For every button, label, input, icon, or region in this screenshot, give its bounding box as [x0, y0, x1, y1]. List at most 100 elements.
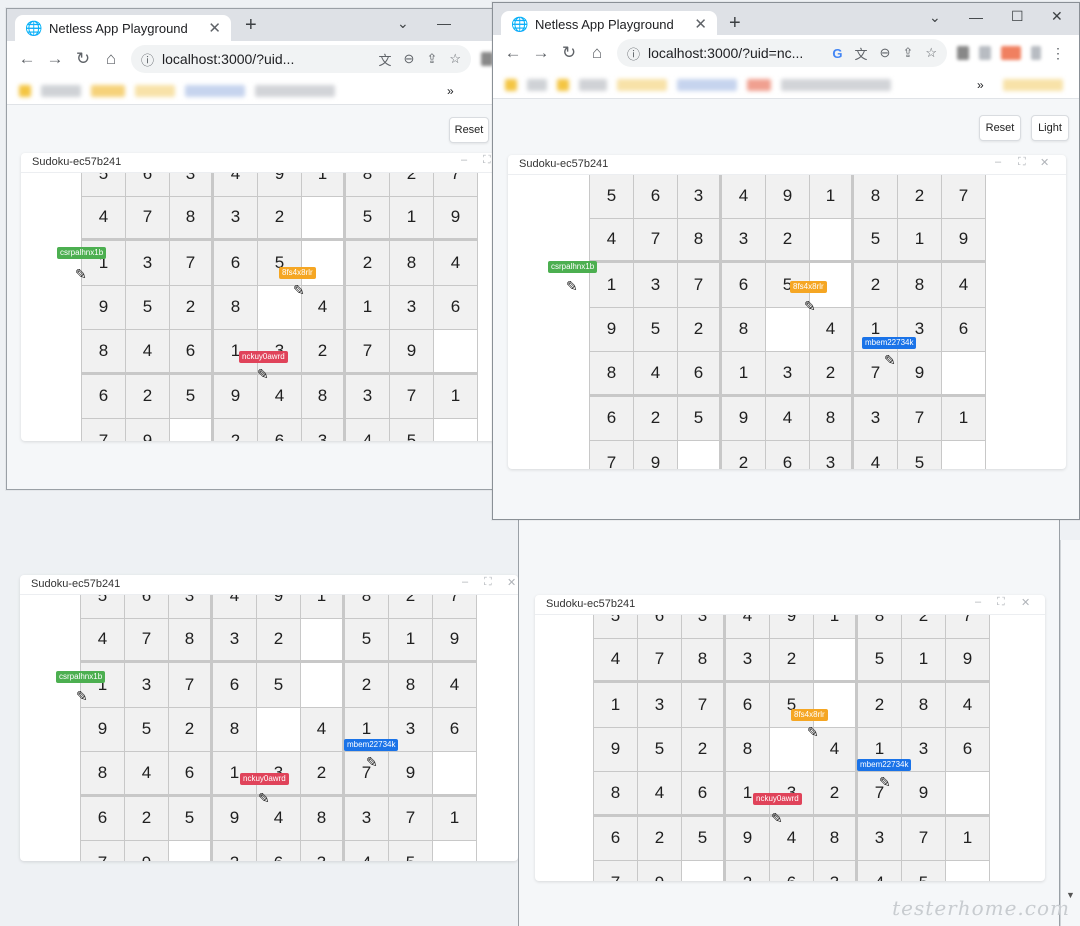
- bookmark[interactable]: [505, 78, 517, 91]
- extension-icon[interactable]: [957, 46, 969, 60]
- minimize-icon[interactable]: –: [461, 154, 467, 166]
- sudoku-cell[interactable]: 6: [213, 663, 256, 707]
- sudoku-cell[interactable]: 3: [678, 175, 719, 218]
- sudoku-cell[interactable]: 8: [302, 374, 343, 418]
- sudoku-cell[interactable]: 4: [346, 419, 389, 441]
- sudoku-cell[interactable]: 6: [257, 841, 300, 861]
- sudoku-cell[interactable]: 5: [389, 841, 432, 861]
- sudoku-cell[interactable]: 4: [594, 638, 637, 680]
- close-icon[interactable]: ✕: [1021, 596, 1030, 609]
- sudoku-cell[interactable]: 9: [766, 175, 809, 218]
- sudoku-cell[interactable]: 9: [433, 618, 476, 660]
- minimize-icon[interactable]: –: [995, 156, 1001, 168]
- bookmark[interactable]: [255, 84, 335, 97]
- new-tab-icon[interactable]: +: [729, 13, 741, 33]
- sudoku-cell[interactable]: 6: [214, 241, 257, 285]
- minimize-icon[interactable]: –: [975, 596, 981, 608]
- reload-icon[interactable]: ↻: [69, 49, 97, 69]
- sudoku-cell[interactable]: 3: [638, 683, 681, 727]
- sudoku-cell[interactable]: 3: [854, 396, 897, 440]
- sudoku-cell[interactable]: 8: [682, 638, 723, 680]
- sudoku-cell[interactable]: 3: [390, 285, 433, 329]
- sudoku-cell[interactable]: 4: [810, 307, 851, 351]
- sudoku-cell[interactable]: 4: [946, 683, 989, 727]
- sudoku-cell[interactable]: 8: [810, 396, 851, 440]
- sudoku-cell[interactable]: 5: [854, 218, 897, 260]
- sudoku-cell[interactable]: 2: [682, 727, 723, 771]
- sudoku-cell[interactable]: 9: [434, 196, 477, 238]
- sudoku-cell[interactable]: 5: [898, 441, 941, 469]
- sudoku-cell[interactable]: 5: [590, 175, 633, 218]
- reset-button[interactable]: Reset: [449, 117, 489, 143]
- sudoku-cell[interactable]: 1: [594, 683, 637, 727]
- sudoku-cell[interactable]: 4: [126, 330, 169, 372]
- sudoku-cell[interactable]: [169, 841, 210, 861]
- bookmark[interactable]: [19, 84, 31, 97]
- sudoku-cell[interactable]: 2: [257, 618, 300, 660]
- sudoku-cell[interactable]: 9: [126, 419, 169, 441]
- sudoku-cell[interactable]: [434, 330, 477, 372]
- sudoku-cell[interactable]: 8: [590, 352, 633, 394]
- sudoku-cell[interactable]: 7: [169, 663, 210, 707]
- sudoku-cell[interactable]: 1: [433, 796, 476, 840]
- sudoku-cell[interactable]: 3: [126, 241, 169, 285]
- sudoku-cell[interactable]: 8: [170, 196, 211, 238]
- sudoku-cell[interactable]: 3: [345, 796, 388, 840]
- sudoku-cell[interactable]: 2: [258, 196, 301, 238]
- back-icon[interactable]: ←: [13, 49, 41, 69]
- sudoku-cell[interactable]: 9: [389, 752, 432, 794]
- bookmarks-more[interactable]: »: [977, 78, 984, 92]
- sudoku-cell[interactable]: 4: [854, 441, 897, 469]
- sudoku-cell[interactable]: 6: [682, 772, 723, 814]
- sudoku-cell[interactable]: 9: [722, 396, 765, 440]
- bookmark[interactable]: [135, 84, 175, 97]
- sudoku-cell[interactable]: 2: [301, 752, 342, 794]
- sudoku-cell[interactable]: 3: [810, 441, 851, 469]
- sudoku-cell[interactable]: 8: [345, 595, 388, 618]
- sudoku-cell[interactable]: 5: [81, 595, 124, 618]
- sudoku-cell[interactable]: 4: [301, 707, 342, 751]
- sudoku-cell[interactable]: 8: [902, 683, 945, 727]
- sudoku-cell[interactable]: 5: [126, 285, 169, 329]
- sudoku-cell[interactable]: [433, 752, 476, 794]
- sudoku-cell[interactable]: 5: [634, 307, 677, 351]
- sudoku-cell[interactable]: 6: [170, 330, 211, 372]
- sudoku-cell[interactable]: 9: [213, 796, 256, 840]
- sudoku-cell[interactable]: 4: [81, 618, 124, 660]
- bookmark[interactable]: [185, 84, 245, 97]
- sudoku-cell[interactable]: 2: [389, 595, 432, 618]
- home-icon[interactable]: ⌂: [97, 49, 125, 69]
- bookmark[interactable]: [747, 78, 771, 91]
- sudoku-cell[interactable]: 9: [594, 727, 637, 771]
- sudoku-board[interactable]: 5634918274783251913765284952841368461327…: [589, 175, 986, 469]
- tab-search-icon[interactable]: ⌄: [397, 15, 409, 32]
- sudoku-cell[interactable]: 8: [213, 707, 256, 751]
- sudoku-cell[interactable]: 6: [766, 441, 809, 469]
- address-bar[interactable]: ⓘ localhost:3000/?uid... 文 ⊖ ⇪ ☆: [131, 45, 471, 73]
- sudoku-cell[interactable]: [682, 861, 723, 881]
- sudoku-cell[interactable]: 9: [726, 816, 769, 860]
- sudoku-cell[interactable]: 9: [942, 218, 985, 260]
- sudoku-cell[interactable]: 4: [82, 196, 125, 238]
- sudoku-cell[interactable]: 6: [946, 727, 989, 771]
- sudoku-cell[interactable]: 8: [726, 727, 769, 771]
- sudoku-cell[interactable]: 6: [594, 816, 637, 860]
- sudoku-cell[interactable]: 4: [942, 263, 985, 307]
- sudoku-cell[interactable]: 4: [814, 727, 855, 771]
- sudoku-cell[interactable]: 4: [766, 396, 809, 440]
- sudoku-cell[interactable]: 4: [433, 663, 476, 707]
- sudoku-cell[interactable]: [678, 441, 719, 469]
- sudoku-cell[interactable]: 1: [898, 218, 941, 260]
- sudoku-cell[interactable]: 1: [810, 175, 851, 218]
- sudoku-cell[interactable]: 9: [898, 352, 941, 394]
- sudoku-cell[interactable]: 7: [942, 175, 985, 218]
- sudoku-cell[interactable]: 3: [214, 196, 257, 238]
- sudoku-cell[interactable]: 7: [81, 841, 124, 861]
- sudoku-cell[interactable]: 8: [858, 615, 901, 638]
- bookmark[interactable]: [527, 78, 547, 91]
- bookmark[interactable]: [781, 78, 891, 91]
- zoom-icon[interactable]: ⊖: [880, 45, 891, 61]
- sudoku-cell[interactable]: 9: [946, 638, 989, 680]
- sudoku-cell[interactable]: [170, 419, 211, 441]
- sudoku-cell[interactable]: 5: [82, 173, 125, 196]
